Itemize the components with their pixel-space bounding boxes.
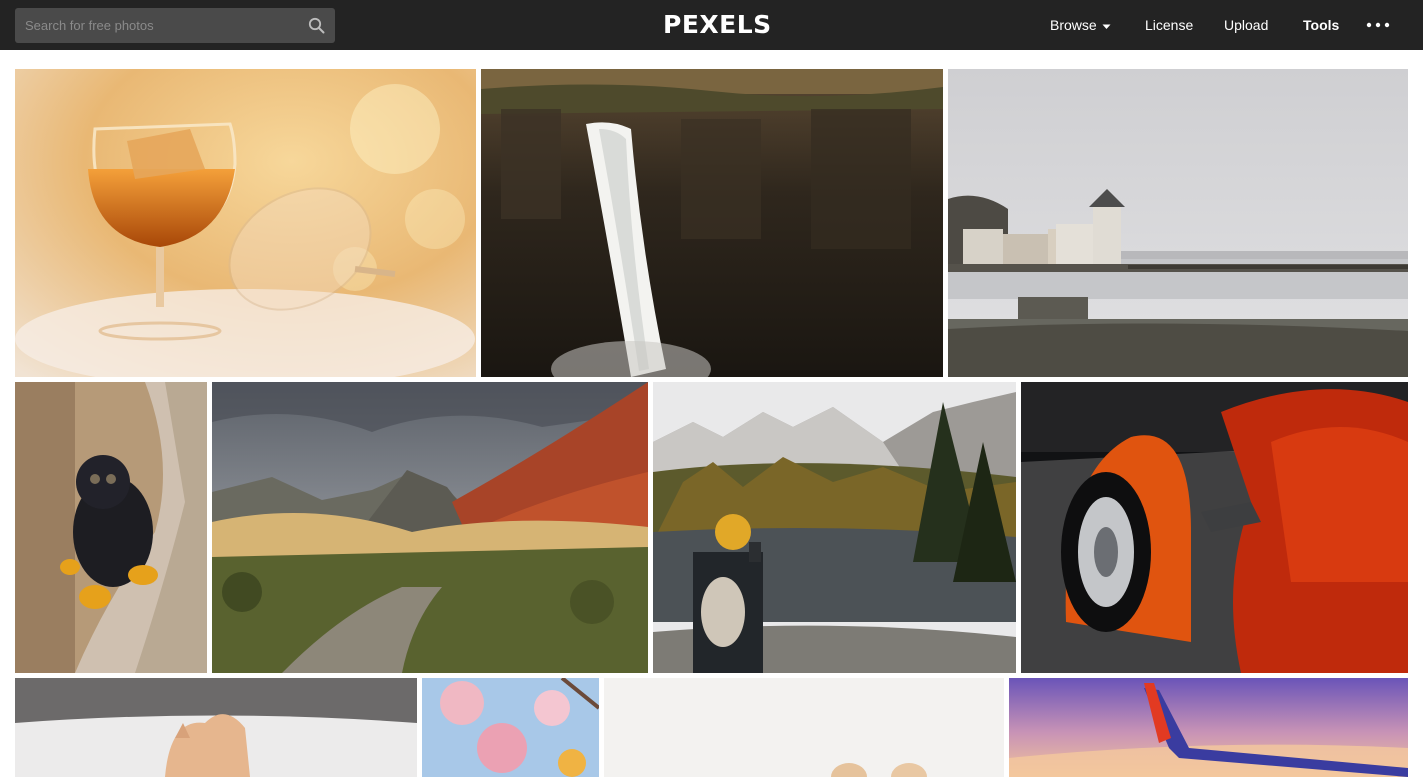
photo-alpine-lake-hiker[interactable] (653, 382, 1016, 673)
nav-upload[interactable]: Upload (1224, 0, 1268, 50)
photo-orange-hot-rod[interactable] (1021, 382, 1408, 673)
photo-red-rock-canyon[interactable] (212, 382, 648, 673)
photo-cherry-blossom[interactable] (422, 678, 599, 777)
nav-browse-label: Browse (1050, 17, 1097, 33)
search-box (15, 8, 335, 43)
photo-waterfall[interactable] (481, 69, 943, 377)
photo-dog-on-white[interactable] (604, 678, 1004, 777)
search-icon[interactable] (307, 16, 327, 36)
search-input[interactable] (15, 8, 300, 43)
nav-license[interactable]: License (1145, 0, 1193, 50)
photo-tamarin-monkey[interactable] (15, 382, 207, 673)
photo-brandy-glass[interactable] (15, 69, 476, 377)
top-navigation-bar: PEXELS Browse License Upload Tools (0, 0, 1423, 50)
pexels-logo[interactable]: PEXELS (663, 10, 771, 40)
nav-tools[interactable]: Tools (1303, 0, 1339, 50)
caret-down-icon (1102, 0, 1111, 50)
photo-coastal-town[interactable] (948, 69, 1408, 377)
photo-kitten[interactable] (15, 678, 417, 777)
more-dots-icon[interactable] (1366, 17, 1390, 33)
photo-airplane-wing[interactable] (1009, 678, 1408, 777)
nav-browse[interactable]: Browse (1050, 0, 1111, 50)
